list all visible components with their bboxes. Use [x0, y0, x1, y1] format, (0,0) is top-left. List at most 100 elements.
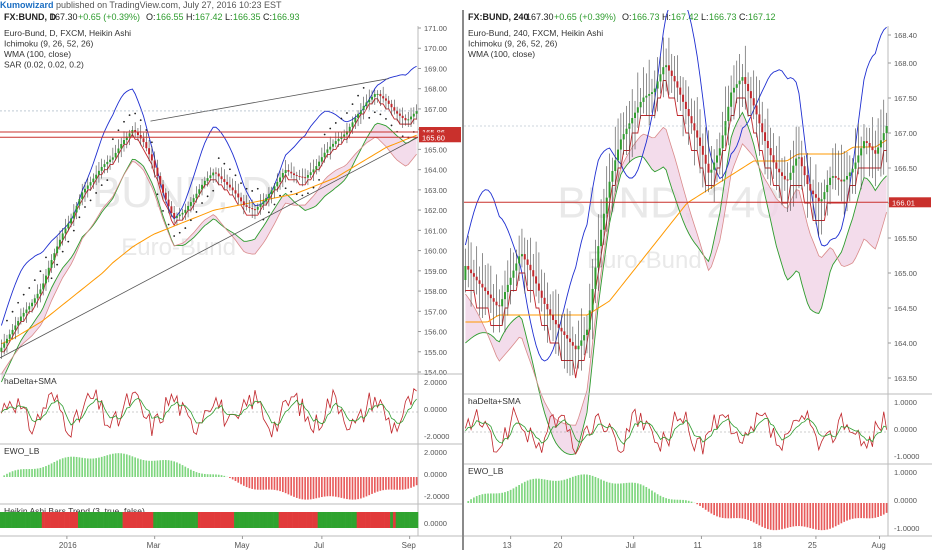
trend-bar — [287, 512, 291, 528]
candle-body — [109, 159, 112, 162]
ewo-bar — [699, 503, 701, 506]
trend-bar — [5, 512, 9, 528]
candle-body — [318, 161, 321, 167]
candle-body — [772, 155, 775, 163]
candle-body — [622, 134, 625, 140]
candle-body — [22, 312, 25, 317]
candle-body — [588, 310, 591, 330]
indicator-label: Euro-Bund, 240, FXCM, Heikin Ashi — [468, 28, 603, 38]
trend-bar — [158, 512, 162, 528]
legend-high: 167.42 — [671, 12, 699, 22]
candle-body — [195, 193, 198, 199]
price-tick-label: 168.40 — [894, 31, 917, 40]
daily-chart-svg[interactable]: FX:BUND, D167.30 +0.65 (+0.39%) O: 166.55 H:… — [0, 10, 462, 550]
ewo-bar — [783, 503, 786, 529]
ewo-bar — [42, 467, 45, 477]
candle-body — [566, 334, 569, 339]
h4-chart-panel[interactable]: FX:BUND, 240 167.30 +0.65 (+0.39%) O: 166.73… — [464, 10, 932, 550]
candle-body — [851, 168, 854, 173]
candle-body — [549, 309, 552, 315]
trend-bar — [172, 512, 176, 528]
candle-body — [178, 214, 181, 217]
trend-bar — [348, 512, 352, 528]
ewo-bar — [167, 460, 170, 477]
legend-symbol: FX:BUND, D — [4, 12, 56, 22]
candle-body — [214, 172, 217, 174]
trend-bar — [108, 512, 112, 528]
candle-body — [778, 168, 781, 173]
daily-chart-panel[interactable]: FX:BUND, D 167.30 +0.65 (+0.39%) O: 166.55 H:… — [0, 10, 462, 550]
ewo-bar — [262, 477, 265, 490]
sar-dot — [67, 240, 70, 243]
candle-body — [228, 184, 231, 188]
ewo-bar — [571, 476, 574, 503]
trend-line[interactable] — [150, 78, 389, 122]
candle-body — [831, 176, 834, 178]
ewo-bar — [707, 503, 710, 512]
ewo-bar — [33, 468, 36, 477]
candle-body — [159, 176, 162, 185]
candle-body — [50, 260, 53, 268]
h4-chart-svg[interactable]: FX:BUND, 240167.30 +0.65 (+0.39%) O: 166.73… — [464, 10, 932, 550]
trend-bar — [200, 512, 204, 528]
candle-body — [84, 188, 86, 193]
ewo-bar — [642, 485, 645, 503]
ewo-bar — [526, 480, 529, 503]
candle-body — [259, 204, 262, 207]
ewo-bar — [727, 503, 730, 519]
candle-body — [326, 149, 329, 153]
candle-body — [368, 99, 371, 103]
candle-body — [707, 163, 710, 173]
trend-bar — [334, 512, 338, 528]
sar-dot — [100, 184, 103, 187]
ewo-bar — [775, 503, 778, 531]
ewo-bar — [874, 503, 877, 518]
candle-body — [120, 144, 123, 149]
ewo-bar — [557, 480, 560, 503]
ewo-bar — [574, 475, 577, 503]
trend-bar — [398, 512, 402, 528]
candle-body — [670, 70, 673, 76]
trend-bar — [234, 512, 238, 528]
trend-bar — [50, 512, 54, 528]
trend-bar — [33, 512, 37, 528]
trend-bar — [203, 512, 207, 528]
candle-body — [820, 199, 823, 202]
trend-bar — [292, 512, 296, 528]
candle-body — [67, 223, 70, 229]
trend-bar — [58, 512, 62, 528]
trend-bar — [189, 512, 193, 528]
candle-body — [5, 338, 8, 344]
legend-open-label: O: — [622, 12, 632, 22]
candle-body — [574, 345, 577, 350]
time-tick-label: 13 — [503, 541, 512, 550]
candle-body — [148, 148, 151, 155]
ewo-bar — [73, 456, 75, 477]
candle-body — [535, 276, 538, 284]
time-tick-label: Jul — [626, 541, 636, 550]
ewo-bar — [45, 466, 47, 477]
ewo-bar — [156, 460, 159, 477]
candle-body — [577, 345, 580, 350]
ewo-bar — [851, 503, 854, 519]
trend-bar — [103, 512, 107, 528]
trend-bar — [69, 512, 73, 528]
candle-body — [667, 65, 670, 71]
candle-body — [306, 175, 309, 178]
candle-body — [792, 165, 795, 173]
price-tick-label: 163.50 — [894, 374, 917, 383]
ewo-bar — [583, 474, 585, 503]
candle-body — [332, 143, 334, 147]
trend-bar — [404, 512, 408, 528]
ewo-bar — [634, 482, 636, 503]
ewo-bar — [164, 460, 167, 477]
legend-last: 167.30 — [50, 12, 78, 22]
candle-body — [0, 347, 3, 352]
author-name[interactable]: Kumowizard — [0, 0, 54, 10]
sar-dot — [251, 190, 254, 192]
ewo-bar — [586, 474, 588, 503]
trend-bar — [55, 512, 59, 528]
ewo-bar — [837, 503, 840, 525]
candle-body — [142, 138, 145, 143]
price-tag-label: 166.01 — [892, 198, 915, 207]
